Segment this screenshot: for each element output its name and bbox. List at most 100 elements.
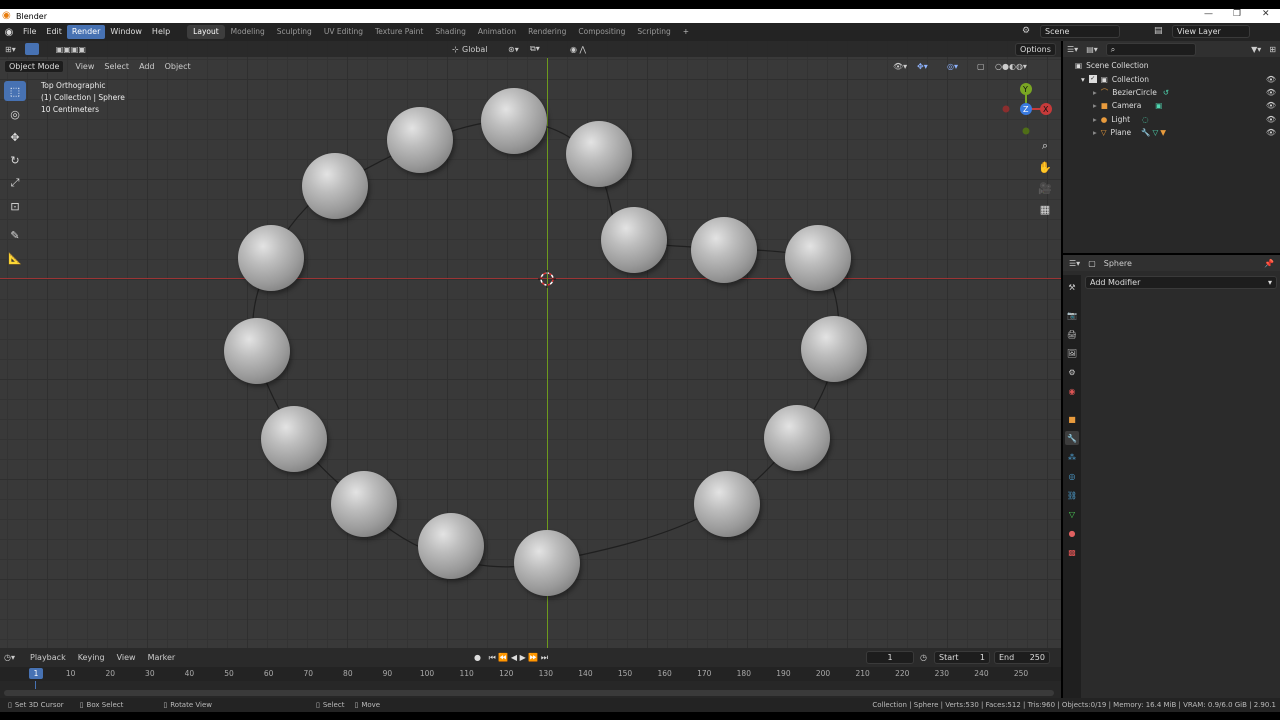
menu-edit[interactable]: Edit [41,25,67,39]
close-button[interactable]: ✕ [1262,9,1270,19]
outliner-collection[interactable]: ▾ ✓ ▣ Collection 👁 [1063,72,1280,85]
expand-arrow-icon[interactable]: ▸ [1093,128,1097,137]
maximize-button[interactable]: ❐ [1233,9,1241,19]
expand-arrow-icon[interactable]: ▸ [1093,101,1097,110]
zoom-icon[interactable]: ⌕ [1036,137,1054,155]
timeline-scrollbar[interactable] [4,690,1054,696]
physics-tab-icon[interactable]: ◎ [1065,469,1079,483]
navigation-gizmo[interactable]: Y X Z [996,77,1056,137]
outliner-scene-collection[interactable]: ▣ Scene Collection [1063,59,1280,72]
sphere-object[interactable] [418,513,484,579]
sphere-object[interactable] [764,405,830,471]
move-icon[interactable]: ✥ [4,127,26,147]
sphere-object[interactable] [566,121,632,187]
sphere-object[interactable] [514,530,580,596]
tab-animation[interactable]: Animation [472,25,522,39]
pin-icon[interactable]: 📌 [1264,259,1274,268]
outliner-item[interactable]: ▸ ⌒ BezierCircle ↺ 👁 [1063,86,1280,99]
sphere-object[interactable] [331,471,397,537]
add-modifier-dropdown[interactable]: Add Modifier ▾ [1085,276,1277,289]
scene-tab-icon[interactable]: ⚙ [1065,365,1079,379]
jump-start-icon[interactable]: ⏮ [489,653,496,662]
menu-help[interactable]: Help [147,25,175,39]
constraints-tab-icon[interactable]: ⛓ [1065,488,1079,502]
menu-keying[interactable]: Keying [73,653,110,662]
jump-end-icon[interactable]: ⏭ [541,653,548,662]
menu-view[interactable]: View [112,653,141,662]
outliner-item[interactable]: ▸ ● Light ◌ 👁 [1063,113,1280,126]
current-frame-field[interactable]: 1 [866,651,914,664]
menu-marker[interactable]: Marker [143,653,181,662]
sphere-object[interactable] [302,153,368,219]
prev-keyframe-icon[interactable]: ⏪ [498,653,508,662]
measure-icon[interactable]: 📐 [4,248,26,268]
grid-icon[interactable]: ▦ [1036,200,1054,218]
playhead-frame[interactable]: 1 [29,668,43,679]
texture-tab-icon[interactable]: ▩ [1065,545,1079,559]
sphere-object[interactable] [261,406,327,472]
play-reverse-icon[interactable]: ◀ [511,653,517,662]
sphere-object[interactable] [785,225,851,291]
material-tab-icon[interactable]: ● [1065,526,1079,540]
camera-icon[interactable]: 🎥 [1036,179,1054,197]
outliner-item[interactable]: ▸ ■ Camera ▣ 👁 [1063,99,1280,112]
eye-icon[interactable]: 👁 [1266,115,1276,124]
output-tab-icon[interactable]: 🖨 [1065,327,1079,341]
sphere-object[interactable] [801,316,867,382]
menu-window[interactable]: Window [105,25,147,39]
filter-icon[interactable]: ▼▾ [1251,45,1261,54]
expand-arrow-icon[interactable]: ▾ [1081,75,1085,84]
transform-icon[interactable]: ⊡ [4,196,26,216]
checkbox-icon[interactable]: ✓ [1088,75,1097,84]
render-tab-icon[interactable]: 📷 [1065,308,1079,322]
clock-icon[interactable]: ◷ [920,653,927,662]
rotate-icon[interactable]: ↻ [4,150,26,170]
eye-icon[interactable]: 👁 [1266,101,1276,110]
particles-tab-icon[interactable]: ⁂ [1065,450,1079,464]
sphere-object[interactable] [387,107,453,173]
outliner-item[interactable]: ▸ ▽ Plane 🔧 ▽ ▼ 👁 [1063,126,1280,139]
tab-rendering[interactable]: Rendering [522,25,572,39]
outliner-search-input[interactable]: ⌕ [1105,42,1196,56]
new-collection-icon[interactable]: ⊞ [1269,45,1276,54]
eye-icon[interactable]: 👁 [1266,128,1276,137]
tab-texture-paint[interactable]: Texture Paint [369,25,429,39]
tool-tab-icon[interactable]: ⚒ [1065,280,1079,294]
menu-render[interactable]: Render [66,25,106,39]
editor-type-icon[interactable]: ☰▾ [1067,45,1078,54]
tab-compositing[interactable]: Compositing [572,25,631,39]
next-keyframe-icon[interactable]: ⏩ [528,653,538,662]
record-icon[interactable]: ● [474,653,481,662]
scale-icon[interactable]: ⤢ [4,173,26,193]
add-workspace-button[interactable]: + [677,25,695,39]
modifier-tab-icon[interactable]: 🔧 [1065,431,1079,445]
tab-sculpting[interactable]: Sculpting [271,25,318,39]
blender-menu-icon[interactable]: ◉ [0,27,18,38]
sphere-object[interactable] [238,225,304,291]
eye-icon[interactable]: 👁 [1266,88,1276,97]
view-layer-selector[interactable]: View Layer [1172,25,1250,38]
object-tab-icon[interactable]: ■ [1065,412,1079,426]
select-box-icon[interactable]: ⬚ [4,81,26,101]
menu-playback[interactable]: Playback [25,653,71,662]
sphere-object[interactable] [481,88,547,154]
expand-arrow-icon[interactable]: ▸ [1093,88,1097,97]
editor-type-icon[interactable]: ☰▾ [1069,259,1080,268]
sphere-object[interactable] [224,318,290,384]
cursor-icon[interactable]: ◎ [4,104,26,124]
annotate-icon[interactable]: ✎ [4,225,26,245]
tab-uv-editing[interactable]: UV Editing [318,25,369,39]
tab-scripting[interactable]: Scripting [631,25,676,39]
display-mode-icon[interactable]: ▤▾ [1086,45,1098,54]
expand-arrow-icon[interactable]: ▸ [1093,115,1097,124]
sphere-object[interactable] [694,471,760,537]
sphere-object[interactable] [691,217,757,283]
start-frame-field[interactable]: Start 1 [934,651,990,664]
timeline-frame-ruler[interactable]: 1 10 20 30 40 50 60 70 80 90 100 110 120 130 140 150 16… [0,667,1061,681]
minimize-button[interactable]: — [1204,9,1213,19]
scene-selector[interactable]: Scene [1040,25,1120,38]
menu-file[interactable]: File [18,25,41,39]
hand-icon[interactable]: ✋ [1036,158,1054,176]
sphere-object[interactable] [601,207,667,273]
world-tab-icon[interactable]: ◉ [1065,384,1079,398]
